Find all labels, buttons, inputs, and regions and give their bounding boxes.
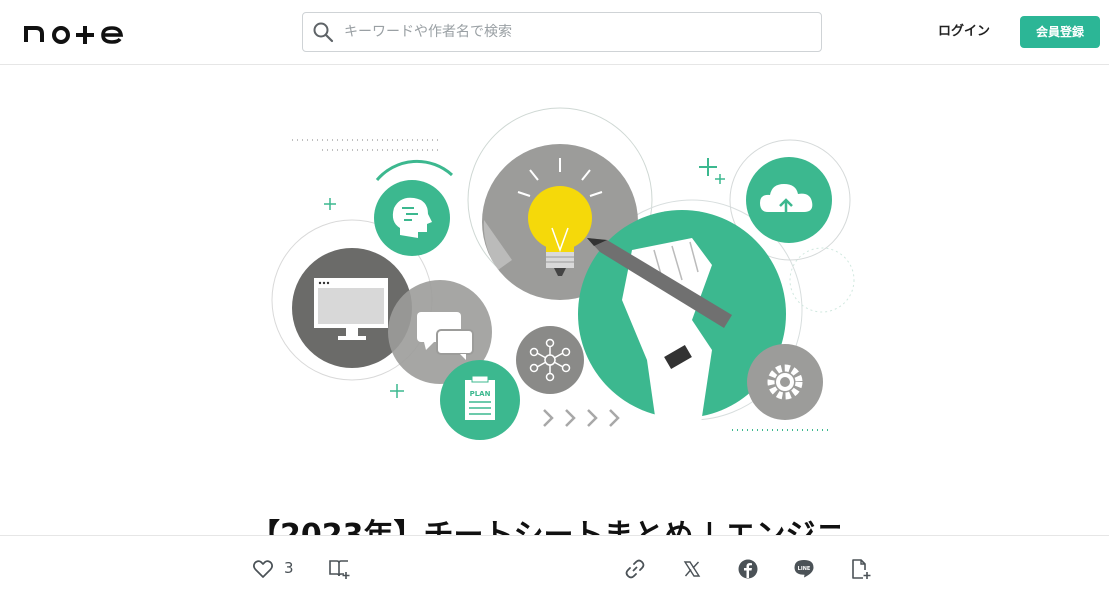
note-add-icon[interactable] xyxy=(849,558,871,580)
plus-mark xyxy=(390,384,404,398)
line-icon[interactable]: LINE xyxy=(793,558,815,580)
heart-icon[interactable] xyxy=(252,558,274,580)
hatch-circle xyxy=(789,247,855,313)
like-count: 3 xyxy=(284,559,294,577)
site-header: ログイン 会員登録 xyxy=(0,0,1109,65)
network-circle xyxy=(516,326,584,394)
search-input[interactable] xyxy=(344,13,821,51)
magazine-add-icon[interactable] xyxy=(328,558,350,580)
plan-document-icon: PLAN xyxy=(465,375,495,420)
note-logo[interactable] xyxy=(24,20,124,44)
plus-mark xyxy=(715,174,725,184)
search-box[interactable] xyxy=(302,12,822,52)
hero-illustration: PLAN xyxy=(271,107,855,440)
link-icon[interactable] xyxy=(624,558,646,580)
facebook-icon[interactable] xyxy=(737,558,759,580)
login-link[interactable]: ログイン xyxy=(930,20,998,44)
svg-text:PLAN: PLAN xyxy=(470,390,491,398)
x-icon[interactable] xyxy=(681,558,703,580)
chevrons-decoration xyxy=(543,409,620,427)
svg-text:LINE: LINE xyxy=(798,566,811,572)
arc-accent xyxy=(375,159,454,181)
article-action-bar: 3 LINE xyxy=(0,535,1109,600)
plus-mark xyxy=(699,158,717,176)
plus-mark xyxy=(324,198,336,210)
signup-button[interactable]: 会員登録 xyxy=(1020,16,1100,48)
search-icon xyxy=(313,22,334,43)
